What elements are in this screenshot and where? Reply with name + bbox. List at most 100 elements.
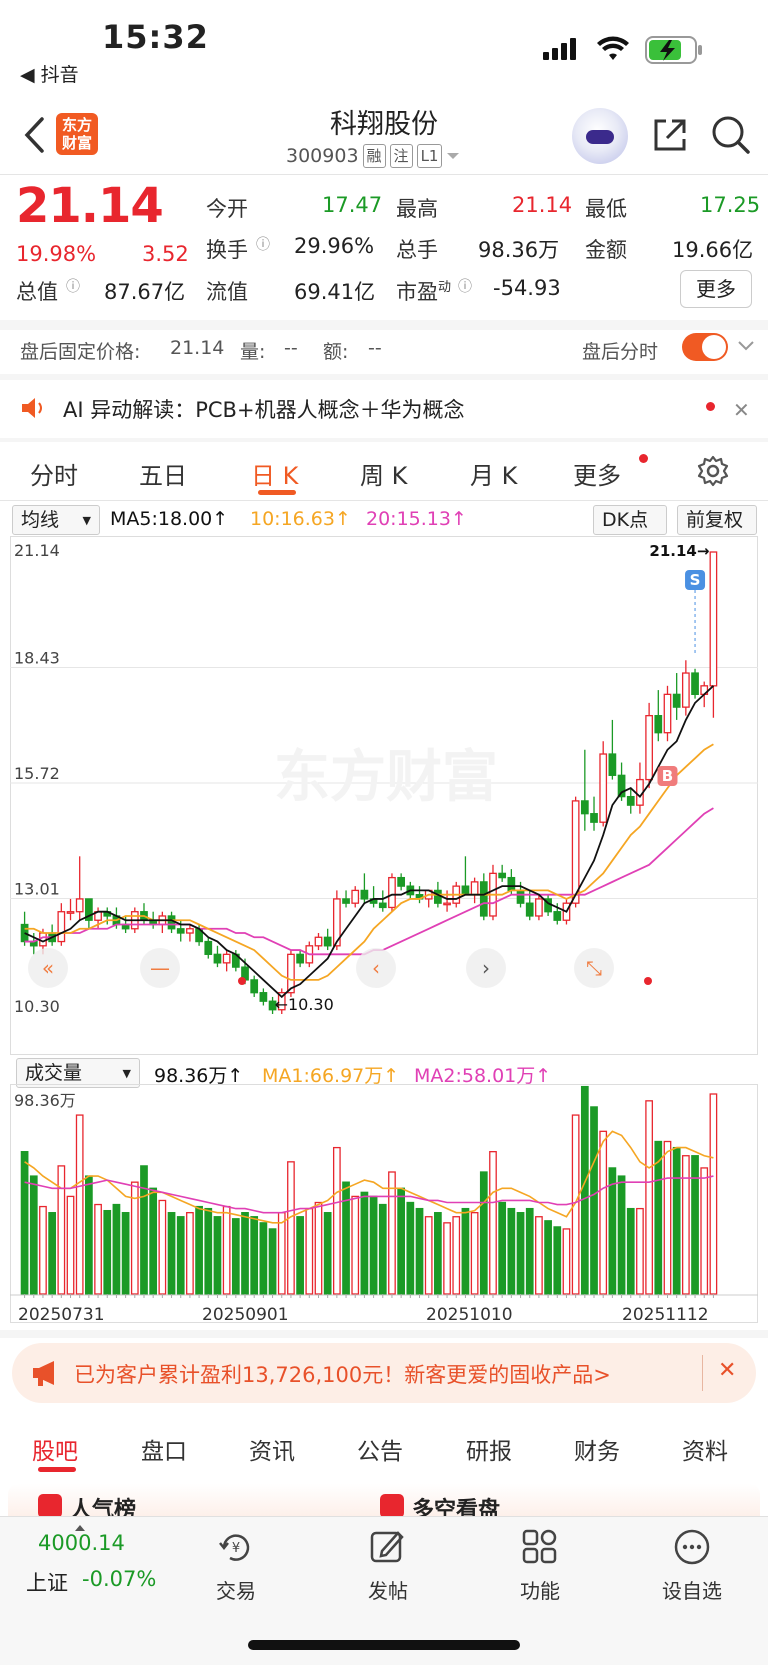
volume-bar <box>94 1203 102 1295</box>
ai-assistant-avatar[interactable] <box>572 108 628 164</box>
tab-announcements[interactable]: 公告 <box>357 1432 403 1466</box>
volume-chart[interactable]: 98.36万 20250731 20250901 20251010 20251112 <box>10 1084 758 1334</box>
signal-icon <box>543 38 583 60</box>
home-indicator <box>248 1640 520 1650</box>
volume-bar <box>140 1165 148 1295</box>
tab-guba[interactable]: 股吧 <box>32 1432 78 1466</box>
tab-finance[interactable]: 财务 <box>574 1432 620 1466</box>
volume-bar <box>268 1228 277 1295</box>
low-label: 最低 <box>585 197 627 221</box>
tab-monthly-k[interactable]: 月 K <box>470 456 517 491</box>
settings-gear-icon[interactable] <box>697 455 729 491</box>
pe-label: 市盈动 <box>396 276 451 306</box>
volume-bar <box>305 1207 314 1295</box>
volume-bar <box>323 1212 332 1295</box>
grid-icon[interactable] <box>520 1527 560 1571</box>
trade-icon[interactable]: ¥ <box>216 1527 256 1571</box>
pe-label-text: 市盈 <box>396 280 438 304</box>
volume-label: 总手 <box>396 238 438 262</box>
new-dot <box>639 454 648 463</box>
amount-value: 19.66亿 <box>672 238 754 262</box>
peek-cards[interactable]: 人气榜 多空看盘 <box>8 1484 760 1523</box>
info-icon[interactable]: ⓘ <box>256 234 270 254</box>
amount-label: 金额 <box>585 238 627 262</box>
nav-function-label[interactable]: 功能 <box>495 1575 585 1604</box>
info-icon[interactable]: ⓘ <box>458 276 472 296</box>
candle-body <box>259 992 268 1002</box>
candle-body <box>250 979 259 994</box>
chart-control-icon: ⤡ <box>586 956 602 980</box>
nav-trade-label[interactable]: 交易 <box>191 1575 281 1604</box>
tab-research[interactable]: 研报 <box>466 1432 512 1466</box>
volume-selector-label: 成交量 <box>25 1062 83 1084</box>
promo-text: 已为客户累计盈利13,726,100元！新客更爱的固收产品> <box>74 1363 611 1387</box>
volume-bar <box>479 1171 488 1295</box>
kline-chart[interactable]: 21.14 18.43 15.72 13.01 10.30 东方财富 21.14→ ←10.3… <box>10 536 758 1056</box>
candle-body <box>580 800 589 815</box>
volume-bar <box>66 1195 75 1295</box>
volume-bar <box>489 1151 497 1295</box>
more-quote-button[interactable]: 更多 <box>680 270 752 308</box>
tab-five-day[interactable]: 五日 <box>139 456 187 491</box>
ma5-value: MA5:18.00 <box>110 508 213 530</box>
volume-bar <box>121 1212 130 1295</box>
close-icon[interactable]: ✕ <box>718 1358 736 1383</box>
tab-profile[interactable]: 资料 <box>682 1432 728 1466</box>
volume-bar <box>645 1100 653 1295</box>
tab-more[interactable]: 更多 <box>573 456 621 491</box>
stock-code-row[interactable]: 300903 融 注 L1 <box>286 144 460 168</box>
candle-body <box>314 936 323 947</box>
candle-body <box>57 911 66 943</box>
adjust-price-button[interactable]: 前复权 <box>677 505 757 535</box>
share-icon[interactable] <box>650 115 690 159</box>
promo-banner[interactable]: 已为客户累计盈利13,726,100元！新客更爱的固收产品> ✕ <box>12 1343 756 1403</box>
volume-bar <box>167 1212 176 1295</box>
after-hours-label: 盘后固定价格: <box>20 341 141 363</box>
tab-order-book[interactable]: 盘口 <box>141 1432 187 1466</box>
volume-bar <box>709 1093 718 1295</box>
volume-bar <box>332 1146 341 1295</box>
more-icon[interactable] <box>672 1527 712 1571</box>
candle-body <box>378 902 387 909</box>
close-icon[interactable]: ✕ <box>733 398 750 422</box>
volume-bar <box>149 1187 158 1295</box>
index-value[interactable]: 4000.14 <box>38 1531 125 1555</box>
tab-weekly-k[interactable]: 周 K <box>360 456 407 491</box>
watermark: 东方财富 <box>274 745 498 810</box>
candle-body <box>507 876 516 892</box>
volume-bar <box>498 1201 507 1295</box>
nav-watchlist-label[interactable]: 设自选 <box>647 1575 737 1604</box>
volume-bar <box>296 1216 304 1295</box>
candle-body <box>167 915 176 930</box>
after-hours-toggle[interactable] <box>682 333 728 361</box>
indicator-selector[interactable]: 均线 ▼ <box>12 505 100 535</box>
info-icon[interactable]: ⓘ <box>66 276 80 296</box>
volume-bar <box>158 1199 167 1295</box>
candle-body <box>608 753 617 776</box>
tab-timeshare[interactable]: 分时 <box>30 456 78 491</box>
candle-body <box>351 889 360 904</box>
back-to-app-link[interactable]: ◀ 抖音 <box>20 60 79 87</box>
chart-control-icon: › <box>482 956 490 980</box>
ai-alert-text[interactable]: AI 异动解读：PCB+机器人概念＋华为概念 <box>63 394 465 424</box>
volume-bar <box>48 1212 57 1295</box>
dk-point-button[interactable]: DK点 <box>593 505 667 535</box>
nav-post-label[interactable]: 发帖 <box>343 1575 433 1604</box>
candle-body <box>204 940 213 955</box>
candle-body <box>553 911 562 921</box>
volume-bar <box>434 1212 442 1295</box>
tab-daily-k[interactable]: 日 K <box>251 456 298 491</box>
volume-bar <box>461 1207 470 1295</box>
chart-control-icon: « <box>42 956 54 980</box>
after-hours-amt-label: 额: <box>323 341 349 363</box>
registration-tag: 注 <box>389 144 413 168</box>
candle-body <box>388 876 396 909</box>
tab-news[interactable]: 资讯 <box>249 1432 295 1466</box>
candle-body <box>75 898 84 913</box>
volume-bar <box>259 1222 268 1295</box>
post-icon[interactable] <box>368 1527 408 1571</box>
candle-body <box>535 898 543 917</box>
float-cap-value: 69.41亿 <box>294 280 376 304</box>
search-icon[interactable] <box>710 114 752 160</box>
chevron-down-icon[interactable] <box>737 338 755 357</box>
